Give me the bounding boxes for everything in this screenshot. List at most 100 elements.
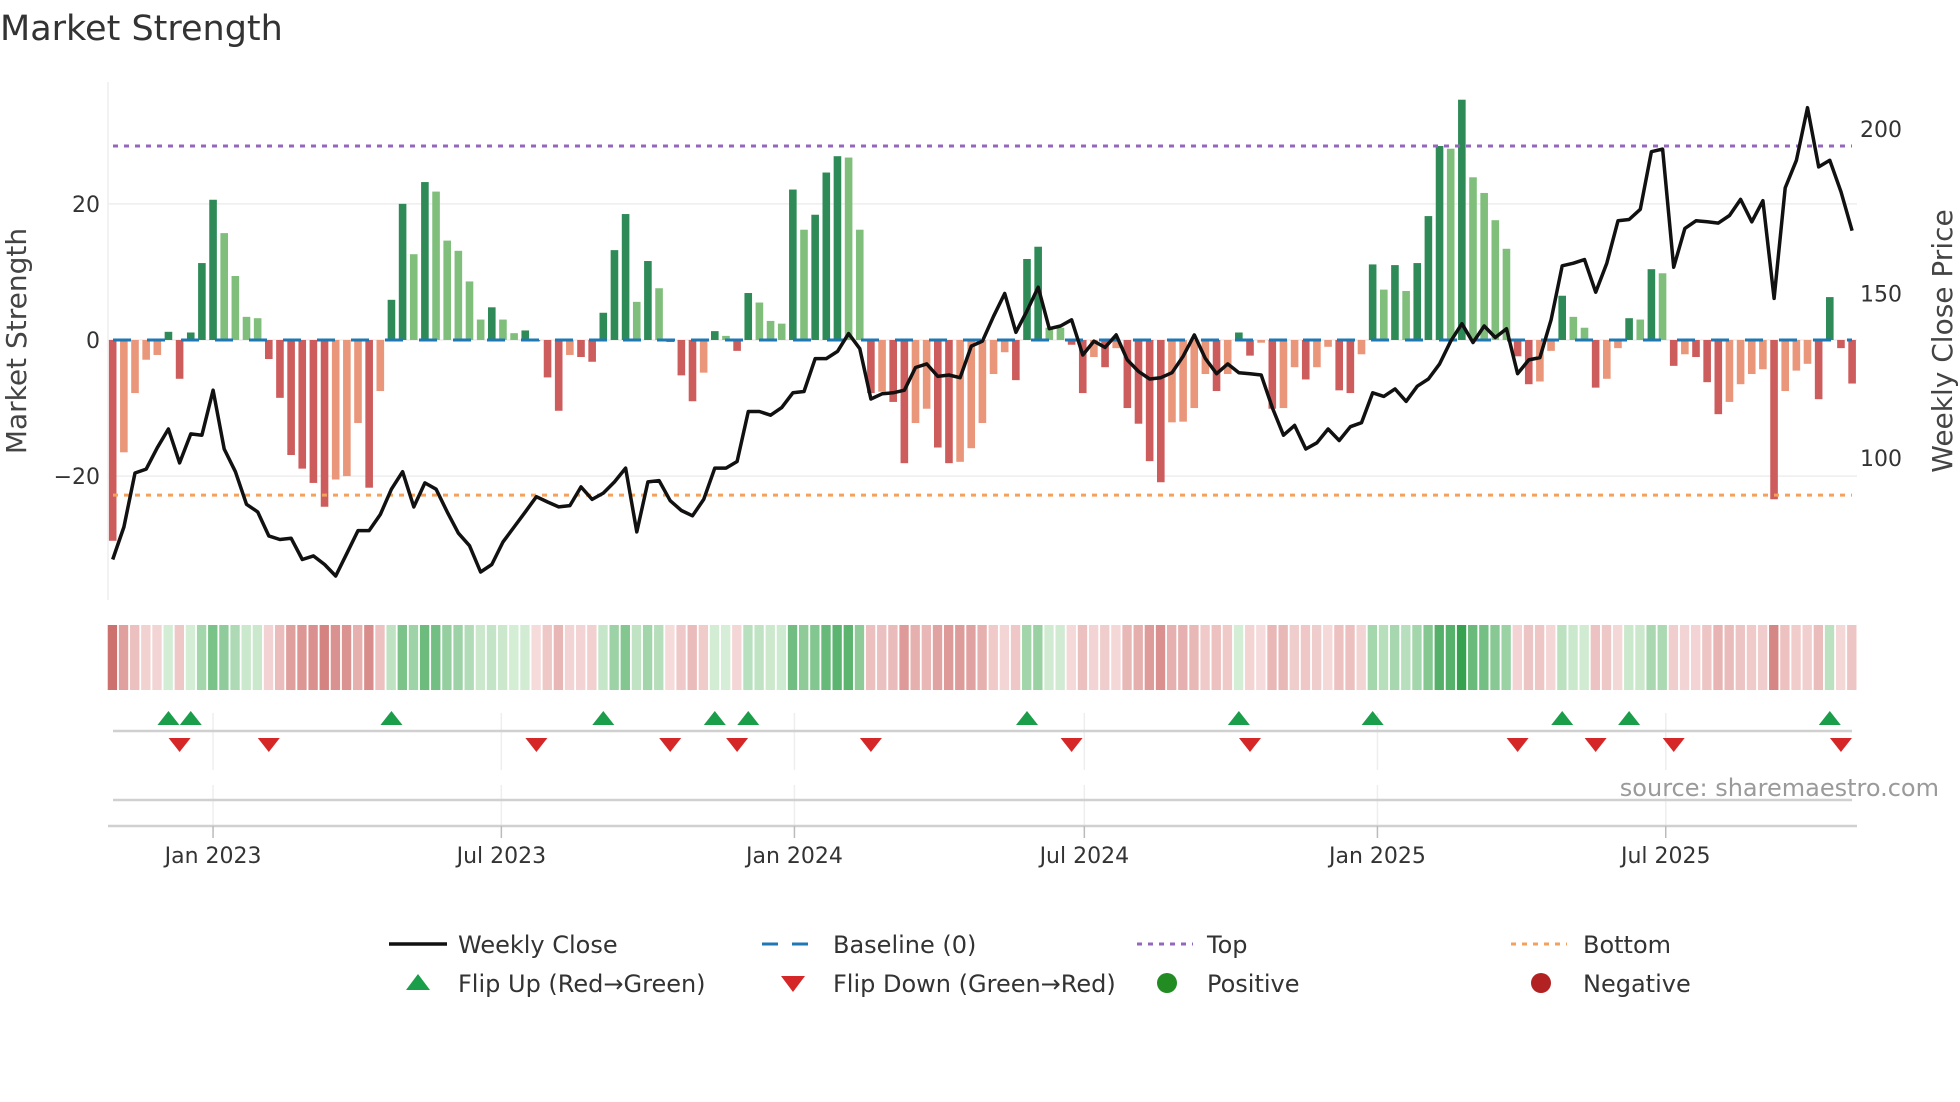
- heat-cell: [1534, 625, 1545, 690]
- heat-cell: [1735, 625, 1745, 690]
- heat-cell: [1479, 625, 1489, 690]
- strength-bar: [978, 339, 987, 424]
- strength-bar: [287, 339, 295, 456]
- strength-bar: [265, 339, 273, 360]
- heat-cell: [687, 625, 697, 690]
- heat-cell: [542, 625, 552, 690]
- strength-bar: [231, 275, 240, 340]
- heat-cell: [1245, 625, 1255, 690]
- legend: Weekly Close Baseline (0) Top Bottom Fli…: [389, 931, 1691, 998]
- strength-bar: [153, 339, 162, 355]
- strength-bar: [1279, 339, 1288, 409]
- strength-bar: [1736, 339, 1745, 385]
- heat-cell: [1189, 625, 1199, 690]
- heat-cell: [419, 625, 430, 690]
- strength-bar: [253, 318, 262, 340]
- strength-bar: [1324, 339, 1332, 347]
- heat-cell: [241, 625, 251, 690]
- strength-bar: [766, 320, 775, 340]
- left-axis-label: Market Strength: [0, 228, 33, 454]
- heat-cell: [1646, 625, 1656, 690]
- strength-bar: [242, 316, 251, 340]
- heat-cell: [955, 625, 965, 690]
- strength-bar: [1681, 339, 1689, 355]
- strength-bar: [1569, 316, 1578, 340]
- strength-bar: [108, 339, 117, 541]
- heat-cell: [252, 625, 263, 690]
- heat-cell: [988, 625, 998, 690]
- strength-bar: [1647, 269, 1656, 340]
- y-tick-label: 20: [72, 193, 100, 218]
- heat-cell: [1267, 625, 1277, 690]
- flip-up-marker: [1016, 711, 1038, 725]
- triangle-down-icon: [781, 976, 805, 992]
- legend-label: Weekly Close: [458, 931, 618, 959]
- heat-cell: [1088, 625, 1099, 690]
- strength-bar: [1558, 295, 1566, 340]
- legend-label: Bottom: [1583, 931, 1671, 959]
- strength-bar: [1402, 290, 1410, 340]
- flip-up-marker: [1227, 711, 1250, 725]
- strength-bar: [421, 182, 429, 340]
- strength-bar: [1469, 177, 1477, 340]
- strength-bar: [1000, 339, 1009, 353]
- heat-cell: [1579, 625, 1589, 690]
- strength-bar: [1134, 339, 1143, 424]
- y2-tick-label: 200: [1860, 118, 1902, 143]
- heat-cell: [1378, 625, 1389, 690]
- flip-down-marker: [257, 738, 280, 752]
- heat-cell: [497, 625, 508, 690]
- heat-cell: [943, 625, 954, 690]
- heat-cell: [1501, 625, 1511, 690]
- heat-cell: [118, 625, 129, 690]
- heat-cell: [665, 625, 675, 690]
- legend-item-bottom: Bottom: [1511, 931, 1671, 959]
- heat-cell: [174, 625, 184, 690]
- heat-cell: [720, 625, 731, 690]
- heat-cell: [442, 625, 452, 690]
- flip-up-marker: [703, 711, 726, 725]
- heat-cell: [509, 625, 519, 690]
- strength-bar: [989, 339, 998, 375]
- strength-bar: [855, 229, 864, 340]
- strength-bar: [131, 339, 139, 394]
- heat-cell: [1835, 625, 1846, 690]
- flip-down-marker: [1506, 738, 1529, 752]
- strength-bar: [175, 339, 184, 379]
- x-tick-label: Jan 2025: [1327, 844, 1426, 869]
- heat-cell: [353, 625, 363, 690]
- strength-bar: [164, 331, 173, 340]
- heat-cell: [1033, 625, 1043, 690]
- heat-cell: [1802, 625, 1812, 690]
- heat-cell: [1679, 625, 1690, 690]
- strength-bar: [822, 172, 831, 340]
- heat-cell: [1077, 625, 1088, 690]
- strength-bar: [443, 240, 451, 340]
- heat-cell: [1256, 625, 1266, 690]
- strength-bar: [1380, 289, 1388, 340]
- heat-cell: [308, 625, 318, 690]
- heat-cell: [1122, 625, 1132, 690]
- heat-cell: [219, 625, 229, 690]
- heat-cell: [620, 625, 630, 690]
- flip-down-marker: [659, 738, 682, 752]
- strength-bar: [1826, 297, 1834, 340]
- strength-bar: [488, 307, 496, 340]
- heat-cell: [1401, 625, 1411, 690]
- heat-cell: [776, 625, 787, 690]
- strength-bar: [677, 339, 686, 376]
- circle-icon: [1531, 973, 1551, 993]
- flip-down-marker: [168, 738, 191, 752]
- heat-cell: [1178, 625, 1188, 690]
- strength-bar: [510, 333, 518, 340]
- heat-cell: [598, 625, 608, 690]
- left-y-ticks: 20 0 −20: [54, 193, 100, 490]
- strength-bar: [499, 319, 507, 340]
- strength-bar: [1513, 339, 1522, 357]
- heat-cell: [810, 625, 820, 690]
- heat-cell: [1211, 625, 1221, 690]
- flip-up-marker: [1818, 711, 1841, 725]
- heat-cell: [263, 625, 274, 690]
- strength-bar: [554, 339, 563, 411]
- strength-bar: [922, 339, 931, 409]
